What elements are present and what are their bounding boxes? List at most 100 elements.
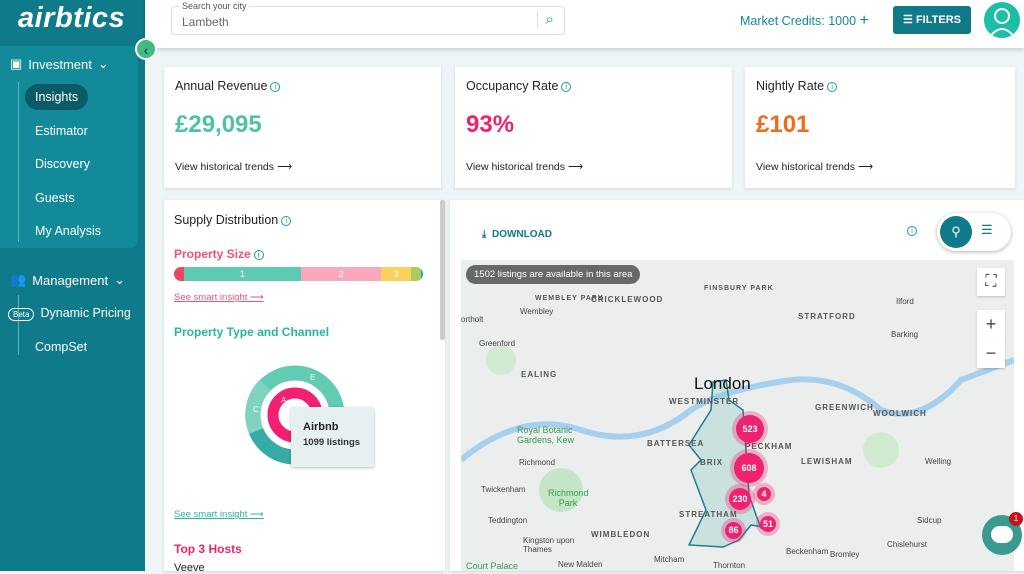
sidebar-item-dynamic-pricing[interactable]: Beta Dynamic Pricing	[8, 306, 131, 321]
sidebar: airbtics ▣ Investment ⌄ Insights Estimator…	[0, 0, 145, 571]
filter-icon: ☰	[903, 14, 913, 26]
info-icon[interactable]: i	[281, 216, 292, 226]
people-icon: 👥	[10, 272, 27, 287]
map-label: WOOLWICH	[873, 409, 927, 418]
ring-label: C	[253, 405, 259, 414]
sidebar-group-investment[interactable]: ▣ Investment ⌄	[10, 56, 109, 72]
download-button[interactable]: ⤓ DOWNLOAD	[482, 229, 552, 240]
search-icon[interactable]: ⌕	[536, 11, 554, 28]
kpi-title-text: Occupancy Rate	[466, 79, 559, 93]
kpi-occupancy-rate: Occupancy Rate i 93% View historical tren…	[455, 67, 732, 188]
header: Search your city Lambeth ⌕ Market Credit…	[145, 0, 1024, 48]
sidebar-item-compset[interactable]: CompSet	[35, 340, 87, 354]
chevron-down-icon: ⌄	[97, 56, 109, 71]
tooltip-title: Airbnb	[303, 421, 339, 433]
listing-cluster[interactable]: 230	[729, 488, 751, 510]
listing-cluster[interactable]: 86	[725, 522, 742, 539]
map-label: Ilford	[896, 297, 914, 306]
map-label: WEMBLEY PARK	[535, 295, 604, 302]
tooltip-value: 1099 listings	[303, 437, 361, 448]
kpi-title-text: Nightly Rate	[756, 79, 825, 93]
view-toggle: ⚲ ☰	[937, 213, 1011, 251]
collapse-sidebar-button[interactable]: ‹	[135, 38, 157, 60]
map-label: EALING	[521, 370, 558, 379]
info-icon[interactable]: i	[270, 82, 281, 92]
size-segment[interactable]: 2	[300, 267, 382, 281]
search-label: Search your city	[180, 1, 249, 11]
search-input[interactable]: Search your city Lambeth ⌕	[171, 1, 565, 35]
historical-trends-link[interactable]: View historical trends ⟶	[756, 161, 873, 173]
property-size-bar: 123	[174, 267, 423, 281]
map-pin-icon[interactable]: ⚲	[940, 216, 972, 248]
listing-cluster[interactable]: 608	[734, 453, 764, 483]
map-label: Wembley	[520, 307, 554, 316]
map-label: Thornton	[713, 561, 746, 570]
map-label: Sidcup	[917, 516, 942, 525]
download-icon: ⤓	[482, 229, 487, 240]
item-label: Dynamic Pricing	[40, 306, 131, 320]
map-label: Greenford	[479, 339, 516, 348]
list-icon[interactable]: ☰	[981, 222, 993, 238]
notification-badge: 1	[1009, 512, 1023, 526]
map-label: Welling	[925, 457, 952, 466]
supply-title: Supply Distribution i	[174, 213, 292, 227]
historical-trends-link[interactable]: View historical trends ⟶	[466, 161, 583, 173]
zoom-out-button[interactable]: −	[977, 339, 1005, 368]
logo: airbtics	[18, 2, 126, 34]
map-label: New Malden	[558, 560, 603, 569]
market-credits[interactable]: Market Credits: 1000 +	[740, 12, 869, 30]
kpi-title: Annual Revenue i	[175, 79, 281, 93]
listing-cluster[interactable]: 523	[736, 415, 764, 443]
chat-button[interactable]: 1	[982, 512, 1023, 555]
beta-badge: Beta	[8, 308, 35, 321]
fullscreen-button[interactable]: ⛶	[977, 268, 1005, 296]
scrollbar[interactable]	[440, 200, 445, 340]
map-label: London	[694, 374, 751, 393]
listing-cluster[interactable]: 4	[757, 487, 771, 501]
map-label: PECKHAM	[745, 442, 793, 451]
smart-insight-link[interactable]: See smart insight ⟶	[174, 292, 264, 303]
map-label: Richmond Park	[548, 488, 589, 508]
investment-group: ▣ Investment ⌄ Insights Estimator Discover…	[0, 46, 138, 248]
sidebar-item-insights[interactable]: Insights	[25, 84, 89, 110]
smart-insight-link[interactable]: See smart insight ⟶	[174, 509, 264, 520]
filters-label: FILTERS	[915, 14, 961, 26]
size-segment[interactable]	[174, 267, 184, 281]
map-label: FINSBURY PARK	[704, 285, 774, 292]
sidebar-group-management[interactable]: 👥 Management ⌄	[10, 272, 125, 288]
listing-cluster[interactable]: 51	[760, 516, 776, 532]
top-hosts-title: Top 3 Hosts	[174, 542, 242, 556]
map-label: GREENWICH	[815, 403, 874, 412]
avatar[interactable]	[982, 0, 1022, 40]
park	[863, 432, 899, 468]
map-label: Chislehurst	[887, 540, 928, 549]
historical-trends-link[interactable]: View historical trends ⟶	[175, 161, 292, 173]
info-icon[interactable]: i	[253, 250, 264, 260]
zoom-in-button[interactable]: +	[977, 310, 1005, 339]
download-label: DOWNLOAD	[491, 229, 552, 240]
chart-tooltip: Airbnb 1099 listings	[291, 407, 374, 467]
listings-banner: 1502 listings are available in this area	[466, 265, 641, 284]
sidebar-item-guests[interactable]: Guests	[35, 191, 75, 205]
size-segment[interactable]: 3	[381, 267, 411, 281]
sidebar-item-estimator[interactable]: Estimator	[35, 124, 88, 138]
divider	[18, 295, 19, 355]
map-label: ortholt	[461, 315, 484, 324]
map-label: WESTMINSTER	[669, 397, 740, 406]
map[interactable]: 1502 listings are available in this area…	[461, 260, 1014, 571]
sidebar-item-discovery[interactable]: Discovery	[35, 157, 90, 171]
info-icon[interactable]: i	[827, 82, 838, 92]
search-value[interactable]: Lambeth	[182, 15, 229, 29]
sidebar-item-my-analysis[interactable]: My Analysis	[35, 224, 101, 238]
filters-button[interactable]: ☰ FILTERS	[893, 6, 971, 34]
map-label: BATTERSEA	[647, 439, 705, 448]
map-label: Bromley	[830, 550, 860, 559]
info-icon[interactable]: i	[907, 226, 917, 236]
size-segment[interactable]: 1	[183, 267, 301, 281]
info-icon[interactable]: i	[561, 82, 572, 92]
map-label: STRATFORD	[798, 312, 856, 321]
plus-icon[interactable]: +	[860, 12, 869, 29]
supply-title-text: Supply Distribution	[174, 213, 279, 227]
map-label: STREATHAM	[679, 510, 738, 519]
size-segment[interactable]	[410, 267, 421, 281]
